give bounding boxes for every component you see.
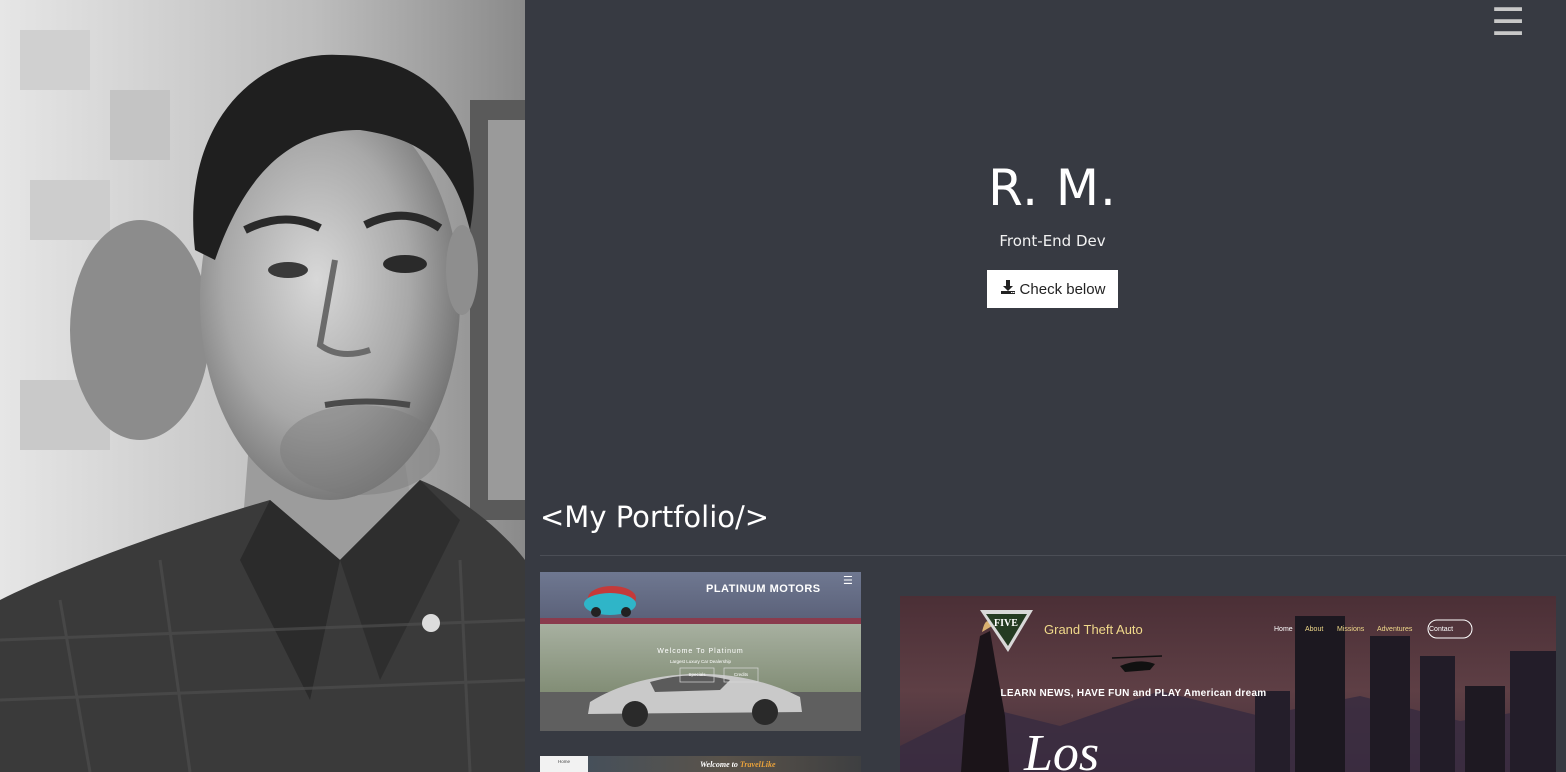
portfolio-item-gta[interactable]: FIVE Grand Theft Auto Home About Mission… bbox=[900, 596, 1556, 772]
gta-logo-text: FIVE bbox=[994, 618, 1018, 629]
gta-nav-missions: Missions bbox=[1337, 626, 1365, 633]
main-panel: ☰ R. M. Front-End Dev Check below <My Po… bbox=[525, 0, 1566, 772]
hero-name: R. M. bbox=[988, 159, 1117, 217]
check-below-button[interactable]: Check below bbox=[986, 270, 1119, 308]
platinum-tagline: Largest Luxury Car Dealership bbox=[669, 659, 732, 664]
gta-title: Grand Theft Auto bbox=[1044, 622, 1143, 637]
check-below-label: Check below bbox=[1019, 280, 1106, 298]
portfolio-item-travellike[interactable]: Home Welcome to TravelLike bbox=[540, 756, 861, 772]
travellike-title-prefix: Welcome to bbox=[700, 760, 738, 769]
travellike-nav-home: Home bbox=[557, 759, 570, 764]
gta-big-text: Los bbox=[1024, 725, 1100, 772]
gta-nav-adventures: Adventures bbox=[1377, 626, 1413, 633]
gta-nav-contact: Contact bbox=[1429, 626, 1454, 633]
travellike-title-brand: TravelLike bbox=[739, 760, 776, 769]
gta-nav-home: Home bbox=[1274, 626, 1293, 633]
gta-headline: LEARN NEWS, HAVE FUN and PLAY American d… bbox=[1000, 688, 1267, 699]
platinum-button-credits: Credits bbox=[733, 672, 749, 677]
portfolio-page: ☰ R. M. Front-End Dev Check below <My Po… bbox=[0, 0, 1566, 772]
platinum-button-specials: Specials bbox=[688, 672, 706, 677]
divider bbox=[540, 555, 1566, 556]
gta-nav-about: About bbox=[1305, 626, 1324, 633]
travellike-title: Welcome to TravelLike bbox=[700, 760, 776, 769]
platinum-title: PLATINUM MOTORS bbox=[706, 583, 821, 595]
hamburger-menu-icon[interactable]: ☰ bbox=[1491, 3, 1525, 41]
hero-section: R. M. Front-End Dev Check below bbox=[525, 158, 1566, 308]
hero-role: Front-End Dev bbox=[999, 232, 1106, 250]
platinum-welcome: Welcome To Platinum bbox=[657, 648, 744, 655]
portfolio-title: <My Portfolio/> bbox=[540, 500, 770, 534]
profile-photo bbox=[0, 0, 525, 772]
download-icon bbox=[1000, 279, 1016, 299]
platinum-menu-icon: ☰ bbox=[843, 574, 853, 587]
portfolio-item-platinum-motors[interactable]: PLATINUM MOTORS ☰ Welcome To Platinum La… bbox=[540, 572, 861, 731]
gta-nav: Home About Missions Adventures Contact bbox=[1274, 626, 1469, 633]
